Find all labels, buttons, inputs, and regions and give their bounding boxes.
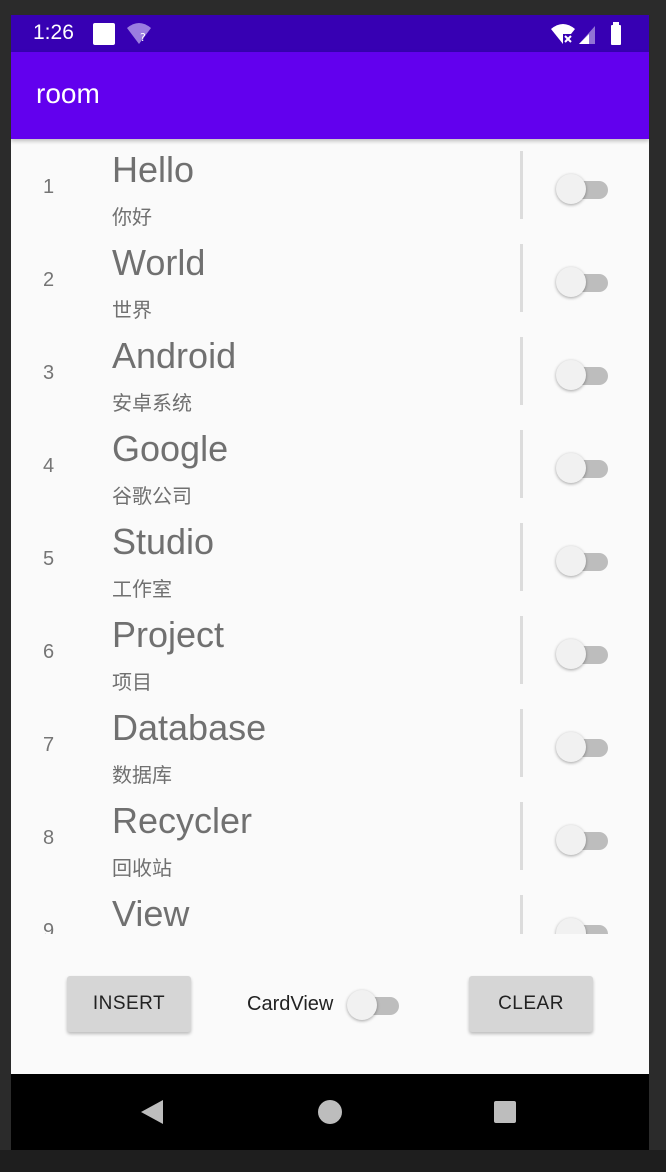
insert-button[interactable]: INSERT — [67, 976, 191, 1032]
wifi-icon — [551, 24, 575, 44]
notification-square-icon — [93, 23, 115, 45]
battery-icon — [611, 22, 621, 45]
list-item[interactable]: 4 Google 谷歌公司 — [11, 418, 649, 511]
status-right-icons — [549, 22, 629, 46]
word-list[interactable]: 1 Hello 你好 2 World 世界 3 Android 安卓系统 4 G… — [11, 139, 649, 934]
item-toggle-switch[interactable] — [556, 452, 610, 484]
item-toggle-switch[interactable] — [556, 266, 610, 298]
back-icon[interactable] — [141, 1100, 163, 1124]
item-english: World — [112, 242, 206, 283]
list-item[interactable]: 8 Recycler 回收站 — [11, 790, 649, 883]
cardview-toggle-switch[interactable] — [347, 989, 401, 1021]
svg-text:?: ? — [140, 31, 146, 44]
item-chinese: 项目 — [112, 670, 152, 694]
item-chinese: 安卓系统 — [112, 391, 192, 415]
item-divider — [520, 337, 523, 405]
app-title: room — [36, 78, 100, 109]
status-bar: 1:26 ? — [11, 15, 649, 52]
item-number: 7 — [43, 734, 55, 756]
item-toggle-switch[interactable] — [556, 359, 610, 391]
item-toggle-switch[interactable] — [556, 917, 610, 934]
item-chinese: 谷歌公司 — [112, 484, 192, 508]
list-item[interactable]: 3 Android 安卓系统 — [11, 325, 649, 418]
item-number: 8 — [43, 827, 55, 849]
item-english: Studio — [112, 521, 215, 562]
item-english: Database — [112, 707, 267, 748]
list-item[interactable]: 5 Studio 工作室 — [11, 511, 649, 604]
item-toggle-switch[interactable] — [556, 638, 610, 670]
item-number: 4 — [43, 455, 55, 477]
item-number: 1 — [43, 176, 55, 198]
list-item[interactable]: 9 View — [11, 883, 649, 934]
item-number: 2 — [43, 269, 55, 291]
cardview-label: CardView — [247, 993, 334, 1015]
clear-button[interactable]: CLEAR — [469, 976, 593, 1032]
list-item[interactable]: 1 Hello 你好 — [11, 139, 649, 232]
device-frame-bottom — [0, 1150, 666, 1172]
item-number: 3 — [43, 362, 55, 384]
item-toggle-switch[interactable] — [556, 824, 610, 856]
item-english: Android — [112, 335, 237, 376]
item-english: Recycler — [112, 800, 253, 841]
item-divider — [520, 802, 523, 870]
device-screen: 1:26 ? room 1 Hello 你好 2 World 世界 3 Andr… — [11, 15, 649, 1150]
item-english: Google — [112, 428, 229, 469]
signal-icon — [579, 26, 595, 44]
item-english: Project — [112, 614, 225, 655]
item-chinese: 你好 — [112, 205, 152, 229]
item-divider — [520, 430, 523, 498]
item-divider — [520, 616, 523, 684]
item-divider — [520, 244, 523, 312]
home-icon[interactable] — [318, 1100, 342, 1124]
item-chinese: 回收站 — [112, 856, 172, 880]
item-divider — [520, 523, 523, 591]
item-number: 9 — [43, 920, 55, 934]
item-toggle-switch[interactable] — [556, 173, 610, 205]
app-bar: room — [11, 52, 649, 139]
list-item[interactable]: 7 Database 数据库 — [11, 697, 649, 790]
item-number: 5 — [43, 548, 55, 570]
item-toggle-switch[interactable] — [556, 731, 610, 763]
item-divider — [520, 895, 523, 934]
item-divider — [520, 151, 523, 219]
list-item[interactable]: 2 World 世界 — [11, 232, 649, 325]
item-chinese: 数据库 — [112, 763, 172, 787]
item-english: Hello — [112, 149, 195, 190]
status-time: 1:26 — [33, 21, 74, 44]
item-toggle-switch[interactable] — [556, 545, 610, 577]
list-item[interactable]: 6 Project 项目 — [11, 604, 649, 697]
item-chinese: 世界 — [112, 298, 152, 322]
item-chinese: 工作室 — [112, 577, 172, 601]
navigation-bar — [11, 1074, 649, 1150]
item-english: View — [112, 893, 190, 934]
item-number: 6 — [43, 641, 55, 663]
item-divider — [520, 709, 523, 777]
recent-apps-icon[interactable] — [494, 1101, 516, 1123]
wifi-unknown-icon: ? — [125, 22, 153, 46]
